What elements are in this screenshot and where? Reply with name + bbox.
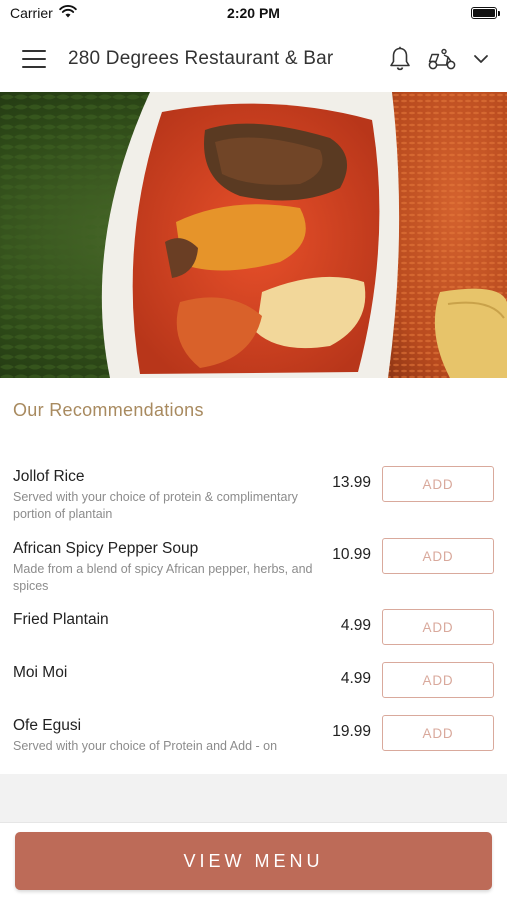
- item-description: Served with your choice of Protein and A…: [13, 739, 278, 753]
- item-name: Fried Plantain: [13, 611, 109, 628]
- item-price: 4.99: [340, 670, 371, 687]
- item-name: Ofe Egusi: [13, 717, 82, 734]
- bell-icon[interactable]: [389, 46, 411, 72]
- item-price: 4.99: [340, 617, 371, 634]
- item-description: Served with your choice of protein & com…: [13, 490, 298, 521]
- delivery-scooter-icon[interactable]: [427, 47, 457, 71]
- carrier-label: Carrier: [10, 5, 53, 21]
- item-name: Jollof Rice: [13, 468, 85, 485]
- add-button[interactable]: ADD: [382, 466, 494, 502]
- chevron-down-icon[interactable]: [473, 54, 489, 64]
- item-price: 13.99: [332, 474, 371, 491]
- item-price: 10.99: [332, 546, 371, 563]
- item-name: African Spicy Pepper Soup: [13, 540, 199, 557]
- section-title-recommendations: Our Recommendations: [13, 400, 204, 420]
- item-price: 19.99: [332, 723, 371, 740]
- food-photo-illustration: [0, 92, 507, 378]
- header-actions: [389, 46, 489, 72]
- menu-icon[interactable]: [22, 50, 46, 68]
- item-description: Made from a blend of spicy African peppe…: [13, 562, 313, 593]
- app-header: 280 Degrees Restaurant & Bar: [0, 26, 507, 92]
- wifi-icon: [59, 5, 77, 21]
- hero-food-image: [0, 92, 507, 378]
- bottom-action-bar: VIEW MENU: [0, 822, 507, 900]
- restaurant-title: 280 Degrees Restaurant & Bar: [68, 48, 334, 69]
- add-button[interactable]: ADD: [382, 538, 494, 574]
- add-button[interactable]: ADD: [382, 715, 494, 751]
- view-menu-button[interactable]: VIEW MENU: [15, 832, 492, 890]
- add-button[interactable]: ADD: [382, 609, 494, 645]
- add-button[interactable]: ADD: [382, 662, 494, 698]
- battery-icon: [471, 7, 500, 19]
- item-name: Moi Moi: [13, 664, 68, 681]
- status-bar: Carrier 2:20 PM: [0, 0, 507, 26]
- status-left: Carrier: [10, 5, 77, 21]
